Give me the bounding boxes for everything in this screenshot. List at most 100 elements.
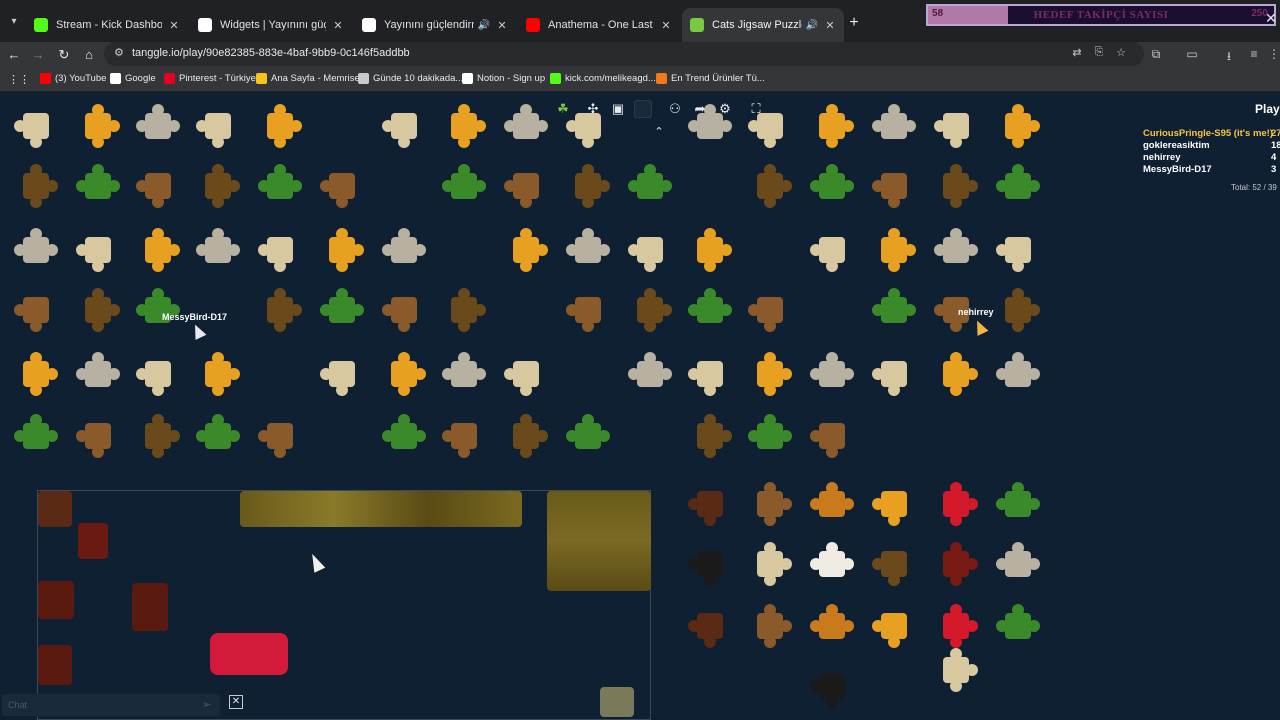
board-piece[interactable]: [38, 581, 74, 619]
chat-close-icon[interactable]: ✕: [229, 695, 243, 709]
tab[interactable]: Cats Jigsaw Puzzle 🔊 ✕: [682, 8, 844, 42]
puzzle-piece[interactable]: [688, 414, 732, 458]
share-icon[interactable]: ➦: [691, 100, 709, 118]
puzzle-piece[interactable]: [136, 228, 180, 272]
puzzle-piece[interactable]: [934, 604, 978, 648]
extensions-icon[interactable]: ⧉: [1148, 47, 1164, 62]
reading-list-icon[interactable]: ≡: [1246, 47, 1262, 61]
board-piece[interactable]: [210, 633, 288, 675]
puzzle-piece[interactable]: [196, 352, 240, 396]
puzzle-piece[interactable]: [258, 414, 302, 458]
puzzle-piece[interactable]: [688, 604, 732, 648]
puzzle-piece[interactable]: [996, 164, 1040, 208]
tanggle-logo-icon[interactable]: ☘: [554, 100, 572, 118]
puzzle-piece[interactable]: [258, 288, 302, 332]
image-preview-icon[interactable]: ▣: [609, 100, 627, 118]
puzzle-piece[interactable]: [934, 648, 978, 692]
back-arrow-icon[interactable]: ←: [6, 47, 22, 63]
bookmark-item[interactable]: Google: [110, 73, 156, 84]
translate-icon[interactable]: ⇄: [1070, 46, 1084, 59]
background-color-icon[interactable]: [634, 100, 652, 118]
speaker-icon[interactable]: 🔊: [478, 20, 490, 31]
puzzle-piece[interactable]: [810, 604, 854, 648]
puzzle-piece[interactable]: [748, 542, 792, 586]
puzzle-piece[interactable]: [196, 228, 240, 272]
bookmark-item[interactable]: En Trend Ürünler Tü...: [656, 73, 765, 84]
puzzle-piece[interactable]: [14, 288, 58, 332]
puzzle-piece[interactable]: [76, 414, 120, 458]
close-tab-icon[interactable]: ✕: [168, 19, 180, 32]
puzzle-piece[interactable]: [566, 228, 610, 272]
puzzle-piece[interactable]: [76, 104, 120, 148]
puzzle-piece[interactable]: [872, 352, 916, 396]
board-piece[interactable]: [78, 523, 108, 559]
puzzle-piece[interactable]: [76, 352, 120, 396]
puzzle-piece[interactable]: [382, 228, 426, 272]
board-piece[interactable]: [38, 645, 72, 685]
puzzle-piece[interactable]: [748, 604, 792, 648]
puzzle-piece[interactable]: [934, 542, 978, 586]
puzzle-piece[interactable]: [320, 164, 364, 208]
tab[interactable]: Widgets | Yayınını güçlendirmek ✕: [190, 8, 352, 42]
puzzle-piece[interactable]: [504, 228, 548, 272]
bookmark-item[interactable]: kick.com/melikeagd...: [550, 73, 656, 84]
download-icon[interactable]: ⭳: [1221, 47, 1237, 68]
puzzle-piece[interactable]: [628, 288, 672, 332]
puzzle-piece[interactable]: [442, 352, 486, 396]
puzzle-piece[interactable]: [872, 228, 916, 272]
puzzle-piece[interactable]: [258, 104, 302, 148]
speaker-icon[interactable]: 🔊: [806, 20, 818, 31]
puzzle-piece[interactable]: [566, 164, 610, 208]
puzzle-piece[interactable]: [628, 228, 672, 272]
puzzle-piece-icon[interactable]: ✣: [584, 100, 602, 118]
close-tab-icon[interactable]: ✕: [824, 19, 836, 32]
puzzle-piece[interactable]: [872, 164, 916, 208]
install-app-icon[interactable]: ⎘: [1092, 46, 1106, 59]
puzzle-piece[interactable]: [136, 352, 180, 396]
puzzle-piece[interactable]: [382, 104, 426, 148]
puzzle-piece[interactable]: [810, 414, 854, 458]
collapse-chevron-up-icon[interactable]: ⌃: [652, 125, 666, 139]
puzzle-piece[interactable]: [76, 164, 120, 208]
fullscreen-icon[interactable]: ⛶: [747, 100, 765, 118]
puzzle-piece[interactable]: [14, 228, 58, 272]
puzzle-piece[interactable]: [14, 104, 58, 148]
close-tab-icon[interactable]: ✕: [496, 19, 508, 32]
puzzle-piece[interactable]: [14, 352, 58, 396]
bookmark-item[interactable]: Günde 10 dakikada...: [358, 73, 463, 84]
puzzle-piece[interactable]: [748, 352, 792, 396]
puzzle-piece[interactable]: [934, 164, 978, 208]
url-text[interactable]: tanggle.io/play/90e82385-883e-4baf-9bb9-…: [132, 47, 410, 59]
side-panel-icon[interactable]: ▭: [1184, 47, 1200, 61]
puzzle-piece[interactable]: [810, 164, 854, 208]
bookmark-item[interactable]: Pinterest - Türkiye: [164, 73, 256, 84]
puzzle-piece[interactable]: [748, 164, 792, 208]
site-info-icon[interactable]: ⚙: [114, 46, 124, 59]
puzzle-piece[interactable]: [76, 288, 120, 332]
reload-icon[interactable]: ↻: [56, 47, 72, 63]
puzzle-piece[interactable]: [382, 288, 426, 332]
new-tab-button[interactable]: +: [846, 15, 862, 31]
puzzle-piece[interactable]: [566, 414, 610, 458]
puzzle-piece[interactable]: [196, 414, 240, 458]
puzzle-piece[interactable]: [258, 164, 302, 208]
puzzle-piece[interactable]: [810, 542, 854, 586]
puzzle-piece[interactable]: [996, 104, 1040, 148]
tab[interactable]: Anathema - One Last Goodbye ✕: [518, 8, 680, 42]
forward-arrow-icon[interactable]: →: [30, 47, 46, 63]
address-bar[interactable]: ⚙ tanggle.io/play/90e82385-883e-4baf-9bb…: [104, 42, 1144, 66]
puzzle-piece[interactable]: [872, 482, 916, 526]
puzzle-piece[interactable]: [996, 542, 1040, 586]
puzzle-piece[interactable]: [566, 288, 610, 332]
bookmark-item[interactable]: (3) YouTube: [40, 73, 106, 84]
chat-input[interactable]: [8, 698, 188, 712]
apps-grid-icon[interactable]: ⋮⋮: [8, 73, 30, 86]
puzzle-piece[interactable]: [504, 104, 548, 148]
puzzle-piece[interactable]: [628, 352, 672, 396]
settings-gear-icon[interactable]: ⚙: [716, 100, 734, 118]
puzzle-piece[interactable]: [136, 164, 180, 208]
puzzle-piece[interactable]: [996, 288, 1040, 332]
puzzle-piece[interactable]: [688, 542, 732, 586]
players-icon[interactable]: ⚇: [666, 100, 684, 118]
puzzle-piece[interactable]: [688, 482, 732, 526]
